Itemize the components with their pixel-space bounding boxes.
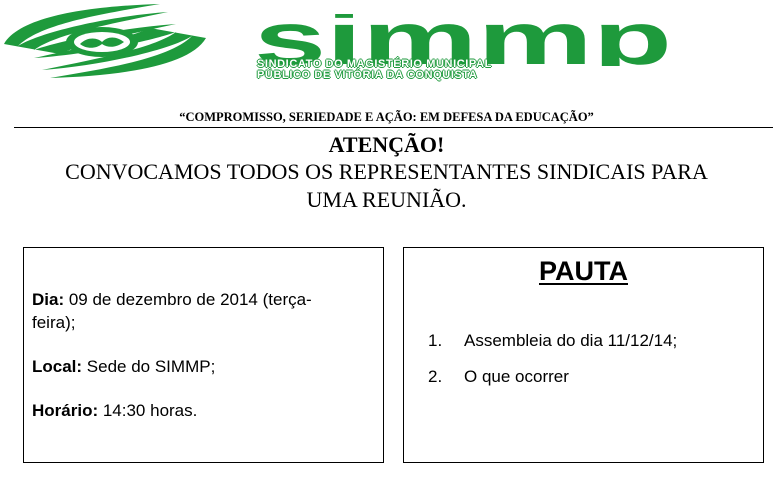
heading-attention: ATENÇÃO! xyxy=(328,132,445,157)
agenda-title: PAUTA xyxy=(539,256,628,286)
agenda-box: PAUTA 1. Assembleia do dia 11/12/14; 2. O … xyxy=(403,247,764,463)
divider-line xyxy=(14,127,773,128)
notice-line-1: CONVOCAMOS TODOS OS REPRESENTANTES SINDI… xyxy=(65,159,708,184)
agenda-item: 2. O que ocorrer xyxy=(428,366,569,388)
notice-line-2: UMA REUNIÃO. xyxy=(306,187,467,212)
swoosh-handshake-icon xyxy=(4,4,206,78)
day-value: 09 de dezembro de 2014 (terça- xyxy=(64,290,312,309)
meeting-day: Dia: 09 de dezembro de 2014 (terça- feir… xyxy=(32,288,372,334)
agenda-item-text: O que ocorrer xyxy=(464,367,569,386)
time-value: 14:30 horas. xyxy=(98,401,198,420)
union-full-name: SINDICATO DO MAGISTÉRIO MUNICIPAL PÚBLIC… xyxy=(257,59,617,81)
meeting-place: Local: Sede do SIMMP; xyxy=(32,355,372,378)
agenda-item-number: 1. xyxy=(428,331,443,350)
day-label: Dia: xyxy=(32,290,65,309)
time-label: Horário: xyxy=(32,401,99,420)
motto: “COMPROMISSO, SERIEDADE E AÇÃO: EM DEFES… xyxy=(179,110,594,124)
union-name-line-2: PÚBLICO DE VITÓRIA DA CONQUISTA xyxy=(257,69,478,81)
meeting-details-box: Dia: 09 de dezembro de 2014 (terça- feir… xyxy=(23,247,384,463)
agenda-item-number: 2. xyxy=(428,367,443,386)
place-label: Local: xyxy=(32,357,83,376)
meeting-time: Horário: 14:30 horas. xyxy=(32,399,372,422)
day-value-continued: feira); xyxy=(32,313,76,332)
notice-text: CONVOCAMOS TODOS OS REPRESENTANTES SINDI… xyxy=(0,158,773,214)
place-value: Sede do SIMMP; xyxy=(82,357,216,376)
agenda-item-text: Assembleia do dia 11/12/14; xyxy=(464,331,678,350)
agenda-item: 1. Assembleia do dia 11/12/14; xyxy=(428,330,677,352)
